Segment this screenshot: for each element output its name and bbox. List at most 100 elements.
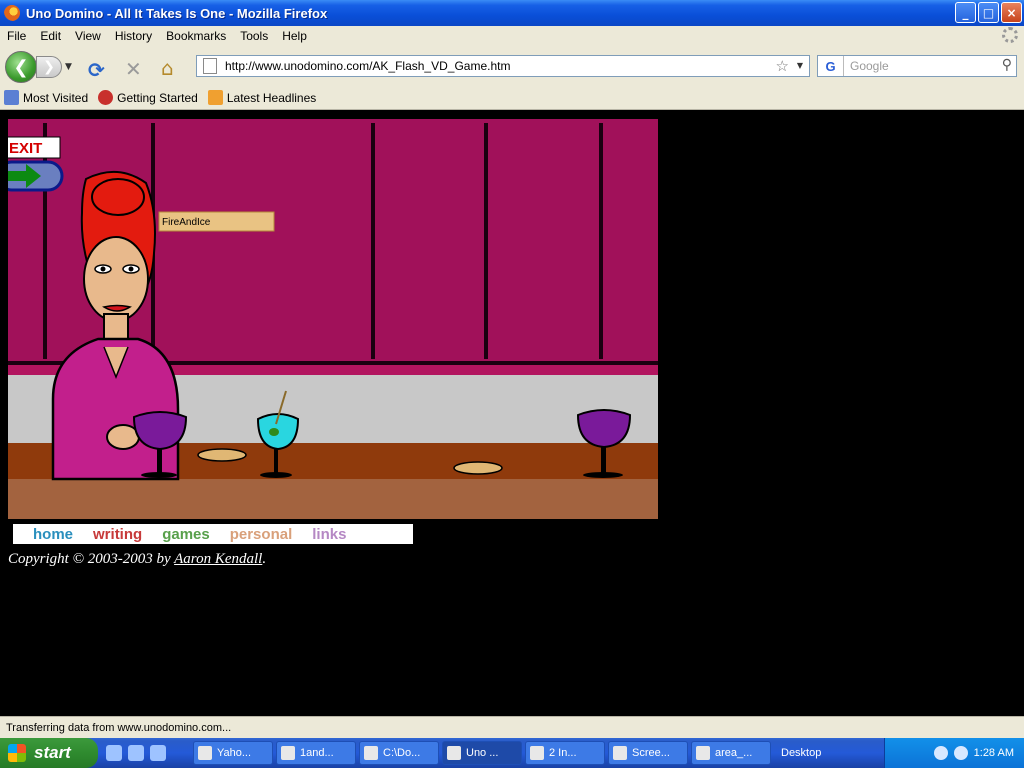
close-button[interactable]: ×	[1001, 2, 1022, 23]
app-icon	[613, 746, 627, 760]
tray-icon[interactable]	[933, 746, 948, 760]
bar-counter-front	[8, 479, 658, 519]
search-input[interactable]	[850, 59, 990, 73]
taskbar-button[interactable]: 2 In...	[525, 741, 605, 765]
window-title-bar: Uno Domino - All It Takes Is One - Mozil…	[0, 0, 1024, 26]
menu-history[interactable]: History	[108, 29, 159, 43]
app-icon	[198, 746, 212, 760]
player-name: FireAndIce	[162, 217, 211, 228]
task-label: C:\Do...	[383, 747, 421, 759]
flash-game-area[interactable]: EXIT FireAndIce	[8, 119, 658, 519]
menu-file[interactable]: File	[0, 29, 33, 43]
menu-edit[interactable]: Edit	[33, 29, 68, 43]
navigation-toolbar: ❮ ❯ ▼ ⟳ ✕ ⌂ ☆ ▼ G ⚲	[0, 46, 1024, 86]
exit-label[interactable]: EXIT	[9, 140, 42, 157]
menu-bar: File Edit View History Bookmarks Tools H…	[0, 26, 1024, 46]
url-input[interactable]	[225, 59, 765, 73]
quick-launch-icon[interactable]	[106, 745, 122, 761]
taskbar-button[interactable]: Scree...	[608, 741, 688, 765]
taskbar-button[interactable]: area_...	[691, 741, 771, 765]
wall-stripe	[599, 123, 603, 359]
task-label: Scree...	[632, 747, 670, 759]
quick-launch-icon[interactable]	[128, 745, 144, 761]
window-controls: _ □ ×	[955, 2, 1022, 23]
nav-links-link[interactable]: links	[312, 526, 346, 543]
quick-launch	[106, 745, 190, 761]
taskbar-button[interactable]: Yaho...	[193, 741, 273, 765]
task-label: area_...	[715, 747, 753, 759]
minimize-button[interactable]: _	[955, 2, 976, 23]
menu-view[interactable]: View	[68, 29, 108, 43]
menu-bookmarks[interactable]: Bookmarks	[159, 29, 233, 43]
copyright-suffix: .	[262, 551, 267, 567]
bookmark-getting-started[interactable]: Getting Started	[98, 90, 198, 105]
task-label: 1and...	[300, 747, 334, 759]
url-dropdown-icon[interactable]: ▼	[797, 61, 803, 70]
search-box[interactable]: G ⚲	[817, 55, 1017, 77]
desktop-toolbar-label[interactable]: Desktop	[781, 747, 821, 759]
forward-button[interactable]: ❯	[36, 56, 62, 78]
firefox-icon	[4, 5, 20, 21]
taskbar-button[interactable]: C:\Do...	[359, 741, 439, 765]
app-icon	[281, 746, 295, 760]
address-bar[interactable]: ☆ ▼	[196, 55, 810, 77]
bookmark-star-icon[interactable]: ☆	[776, 57, 789, 75]
wall-stripe	[371, 123, 375, 359]
task-label: 2 In...	[549, 747, 577, 759]
nav-home-link[interactable]: home	[33, 526, 73, 543]
system-tray: 1:28 AM	[884, 738, 1024, 768]
game-scene[interactable]: EXIT FireAndIce	[8, 119, 658, 519]
maximize-button[interactable]: □	[978, 2, 999, 23]
wall-stripe	[484, 123, 488, 359]
taskbar-button-active[interactable]: Uno ...	[442, 741, 522, 765]
taskbar-button[interactable]: 1and...	[276, 741, 356, 765]
nav-personal-link[interactable]: personal	[230, 526, 293, 543]
windows-logo-icon	[8, 744, 26, 762]
coaster[interactable]	[197, 448, 247, 462]
bookmark-label: Getting Started	[117, 90, 198, 105]
start-label: start	[34, 743, 71, 762]
nav-games-link[interactable]: games	[162, 526, 210, 543]
task-label: Yaho...	[217, 747, 252, 759]
nav-writing-link[interactable]: writing	[93, 526, 142, 543]
start-button[interactable]: start	[0, 738, 98, 768]
menu-help[interactable]: Help	[275, 29, 314, 43]
search-icon[interactable]: ⚲	[1002, 57, 1012, 73]
task-label: Uno ...	[466, 747, 499, 759]
coaster[interactable]	[453, 461, 503, 475]
copyright-notice: Copyright © 2003-2003 by Aaron Kendall.	[8, 551, 266, 568]
getting-started-icon	[98, 90, 114, 105]
bookmark-label: Most Visited	[23, 90, 89, 105]
back-arrow-icon: ❮	[13, 56, 29, 78]
page-content: EXIT FireAndIce home writing games perso…	[0, 111, 1024, 716]
app-icon	[530, 746, 544, 760]
menu-tools[interactable]: Tools	[233, 29, 275, 43]
site-navigation: home writing games personal links	[13, 524, 413, 544]
bookmark-most-visited[interactable]: Most Visited	[4, 90, 88, 105]
bookmark-latest-headlines[interactable]: Latest Headlines	[207, 90, 317, 105]
forward-arrow-icon: ❯	[43, 59, 55, 75]
most-visited-icon	[4, 90, 19, 105]
firefox-icon	[447, 746, 461, 760]
clock[interactable]: 1:28 AM	[974, 747, 1014, 759]
google-engine-icon[interactable]: G	[818, 56, 844, 76]
app-icon	[696, 746, 710, 760]
bookmarks-toolbar: Most Visited Getting Started Latest Head…	[0, 86, 1024, 110]
windows-taskbar: start Yaho... 1and... C:\Do... Uno ... 2…	[0, 738, 1024, 768]
status-text: Transferring data from www.unodomino.com…	[6, 721, 232, 734]
page-icon	[203, 58, 217, 74]
history-dropdown-icon[interactable]: ▼	[65, 62, 72, 72]
stop-icon[interactable]: ✕	[125, 57, 142, 81]
back-button[interactable]: ❮	[5, 51, 37, 83]
author-link[interactable]: Aaron Kendall	[174, 551, 262, 567]
reload-icon[interactable]: ⟳	[88, 58, 105, 82]
tray-icon[interactable]	[953, 746, 968, 760]
window-title: Uno Domino - All It Takes Is One - Mozil…	[26, 5, 328, 21]
quick-launch-icon[interactable]	[150, 745, 166, 761]
rss-feed-icon	[207, 90, 223, 105]
copyright-text: Copyright © 2003-2003 by	[8, 551, 175, 567]
home-icon[interactable]: ⌂	[161, 56, 174, 80]
bookmark-label: Latest Headlines	[226, 90, 317, 105]
app-icon	[364, 746, 378, 760]
throbber-icon	[1002, 27, 1018, 43]
